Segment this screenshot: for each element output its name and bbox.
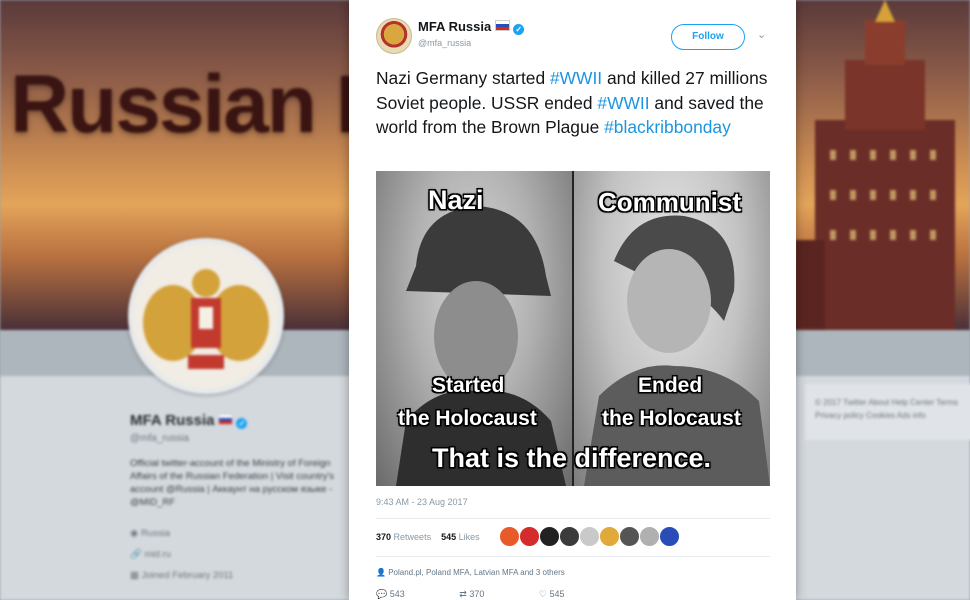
hashtag-link[interactable]: #WWII <box>597 93 649 113</box>
caption-holocaust-right: the Holocaust <box>602 407 741 430</box>
right-photo <box>574 171 770 486</box>
building-image <box>795 0 955 330</box>
soldier-silhouette-icon <box>396 206 566 486</box>
tweet-handle[interactable]: @mfa_russia <box>418 38 471 48</box>
liker-avatar[interactable] <box>519 526 540 547</box>
profile-website[interactable]: 🔗 mid.ru <box>130 549 171 560</box>
chevron-down-icon[interactable]: ⌄ <box>757 28 766 41</box>
caption-communist: Communist <box>598 187 741 217</box>
profile-bio: Official twitter-account of the Ministry… <box>130 458 335 508</box>
caption-holocaust-left: the Holocaust <box>398 407 537 430</box>
profile-handle: @mfa_russia <box>130 433 190 444</box>
coat-of-arms-icon <box>143 269 269 369</box>
liker-avatar[interactable] <box>499 526 520 547</box>
russia-flag-icon <box>495 20 511 31</box>
profile-location: ◉ Russia <box>130 528 170 539</box>
profile-joined: ▦ Joined February 2011 <box>130 570 234 581</box>
divider <box>376 556 770 557</box>
left-photo <box>376 171 572 486</box>
verified-icon: ✓ <box>513 24 525 35</box>
liker-avatar[interactable] <box>619 526 640 547</box>
footer-links: © 2017 Twitter About Help Center Terms P… <box>815 398 959 420</box>
profile-avatar <box>128 238 284 394</box>
liker-avatar[interactable] <box>559 526 580 547</box>
hashtag-link[interactable]: #WWII <box>550 68 602 88</box>
tweet-timestamp[interactable]: 9:43 AM - 23 Aug 2017 <box>376 497 468 507</box>
engagement-stats[interactable]: 370 Retweets 545 Likes <box>376 532 480 542</box>
caption-nazi: Nazi <box>428 185 484 215</box>
liker-avatar[interactable] <box>659 526 680 547</box>
caption-ended: Ended <box>638 374 703 397</box>
woman-silhouette-icon <box>584 215 770 486</box>
liker-avatar[interactable] <box>639 526 660 547</box>
caption-difference: That is the difference. <box>432 443 712 473</box>
hashtag-link[interactable]: #blackribbonday <box>604 117 731 137</box>
liker-avatar[interactable] <box>539 526 560 547</box>
russia-flag-icon <box>218 414 234 425</box>
tweet-actions: 💬 543 ⇄ 370 ♡ 545 <box>376 589 616 600</box>
caption-started: Started <box>432 374 505 397</box>
reply-button[interactable]: 💬 543 <box>376 589 431 599</box>
tweet-card: MFA Russia ✓ @mfa_russia Follow ⌄ Nazi Ge… <box>349 0 796 600</box>
liker-avatar[interactable] <box>579 526 600 547</box>
profile-name: MFA Russia ✓ <box>130 412 248 429</box>
verified-icon: ✓ <box>236 418 248 429</box>
tweet-text: Nazi Germany started #WWII and killed 27… <box>376 68 768 137</box>
liked-by-text[interactable]: 👤 Poland.pl, Poland MFA, Latvian MFA and… <box>376 568 565 577</box>
like-button[interactable]: ♡ 545 <box>539 589 591 599</box>
divider <box>376 518 770 519</box>
liker-avatar[interactable] <box>599 526 620 547</box>
tweet-display-name[interactable]: MFA Russia ✓ <box>418 19 525 35</box>
follow-button[interactable]: Follow <box>671 24 745 50</box>
tweet-image[interactable]: Nazi Communist Started the Holocaust End… <box>376 171 770 486</box>
tweet-avatar[interactable] <box>376 18 412 54</box>
retweet-button[interactable]: ⇄ 370 <box>459 589 510 599</box>
